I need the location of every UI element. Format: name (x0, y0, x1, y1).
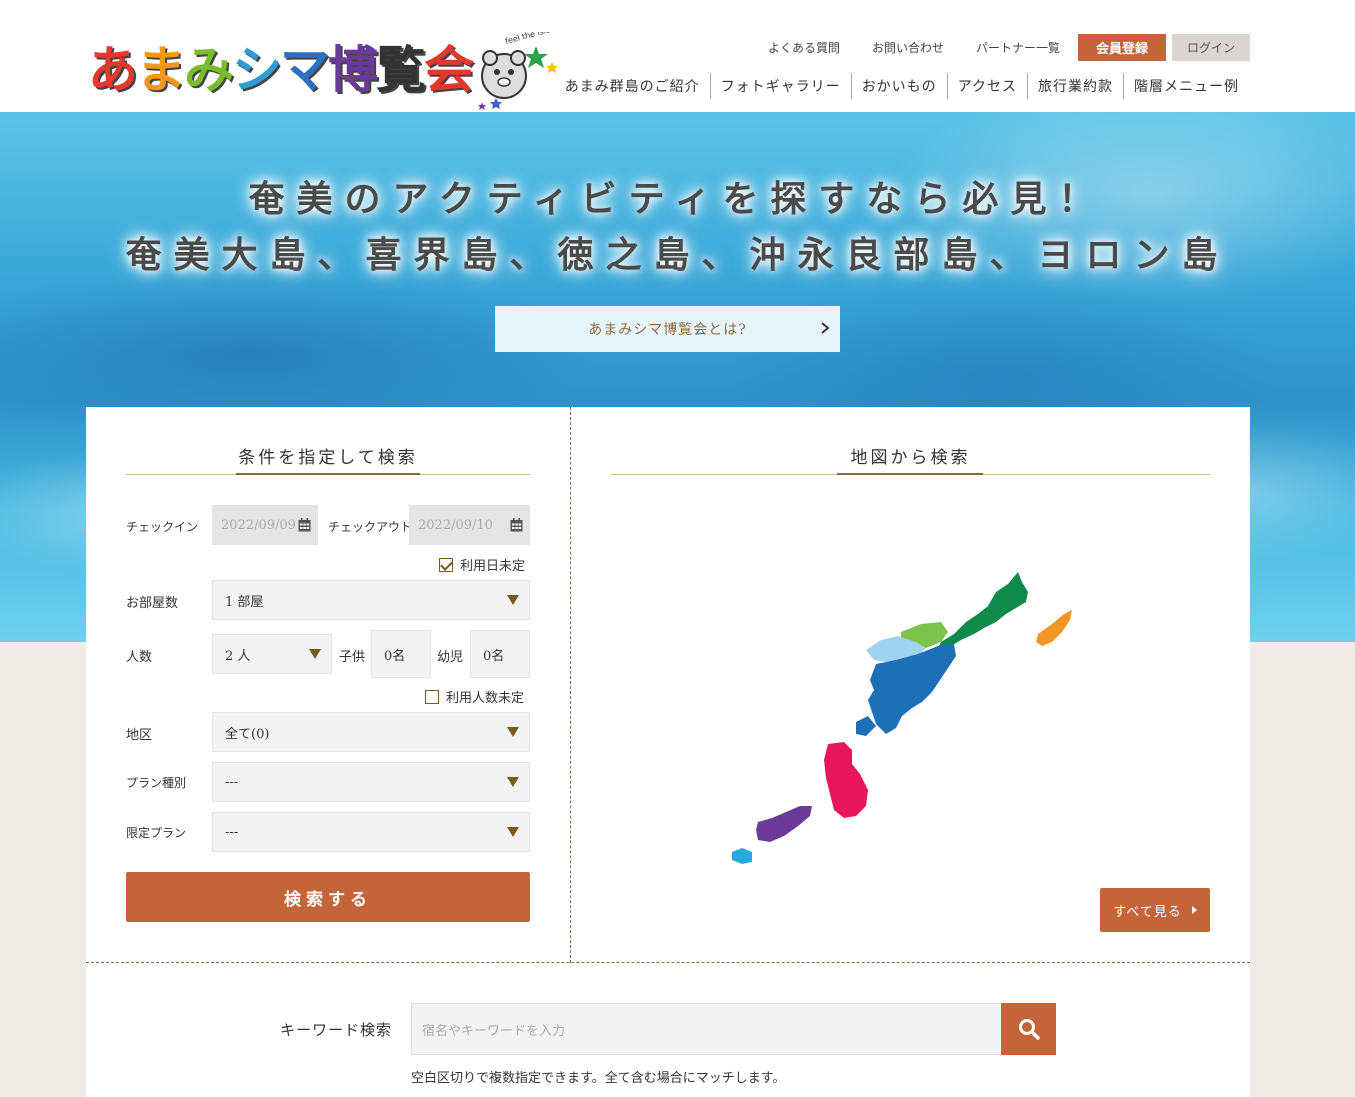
checkbox-unchecked-icon[interactable] (425, 689, 439, 704)
map-search-underline (611, 473, 1210, 475)
map-region-kikai[interactable] (1036, 610, 1072, 646)
partners-link[interactable]: パートナー一覧 (976, 39, 1060, 56)
caret-down-icon (507, 727, 519, 737)
login-button[interactable]: ログイン (1172, 33, 1250, 61)
area-select[interactable]: 全て(0) (212, 712, 530, 752)
mascot-icon: feel the islands (478, 32, 565, 110)
chevron-right-icon (821, 322, 830, 334)
checkbox-checked-icon[interactable] (439, 557, 453, 572)
calendar-icon (298, 518, 311, 532)
checkout-date-input[interactable]: 2022/09/10 (409, 505, 530, 545)
condition-search-underline (126, 473, 530, 475)
caret-down-icon (507, 827, 519, 837)
infants-label: 幼児 (437, 650, 464, 665)
people-undecided-checkbox[interactable]: 利用人数未定 (425, 687, 524, 706)
search-panel: 条件を指定して検索 チェックイン 2022/09/09 チェックアウト 2022… (86, 407, 1250, 1097)
people-label: 人数 (126, 650, 153, 665)
nav-item-menu-example[interactable]: 階層メニュー例 (1123, 73, 1249, 99)
calendar-icon (510, 518, 523, 532)
area-label: 地区 (126, 728, 153, 743)
keyword-search-label: キーワード検索 (280, 1021, 393, 1039)
search-icon (1018, 1019, 1040, 1040)
checkin-label: チェックイン (126, 520, 199, 534)
main-nav: あまみ群島のご紹介 フォトギャラリー おかいもの アクセス 旅行業約款 階層メニ… (555, 73, 1249, 99)
plan-type-label: プラン種別 (126, 776, 187, 790)
see-all-button[interactable]: すべて見る (1100, 888, 1210, 932)
svg-text:feel the islands: feel the islands (504, 32, 565, 46)
children-input[interactable]: 0名 (371, 630, 431, 678)
adults-select[interactable]: 2 人 (212, 634, 332, 674)
caret-down-icon (507, 595, 519, 605)
register-button[interactable]: 会員登録 (1078, 33, 1166, 61)
limited-plan-select[interactable]: --- (212, 812, 530, 852)
rooms-label: お部屋数 (126, 596, 179, 611)
nav-item-islands[interactable]: あまみ群島のご紹介 (555, 73, 710, 99)
limited-plan-label: 限定プラン (126, 826, 187, 840)
site-logo[interactable]: あまみシマ博覧会 feel the islands (88, 24, 568, 110)
hero-subheadline: 奄美大島、喜界島、徳之島、沖永良部島、ヨロン島 (125, 234, 1230, 276)
map-region-amami-north[interactable] (936, 572, 1028, 652)
checkout-label: チェックアウト (328, 520, 413, 534)
panel-divider-vertical (570, 407, 571, 963)
amami-islands-map (732, 572, 1072, 864)
faq-link[interactable]: よくある質問 (768, 39, 840, 56)
about-button[interactable]: あまみシマ博覧会とは? (495, 306, 840, 352)
contact-link[interactable]: お問い合わせ (872, 39, 944, 56)
triangle-right-icon (1191, 906, 1197, 914)
site-header: あまみシマ博覧会 feel the islands よくある質問 お問い合わせ … (0, 0, 1355, 112)
map-region-tokunoshima[interactable] (824, 742, 868, 818)
hero-headline: 奄美のアクティビティを探すなら必見！ (248, 178, 1107, 220)
search-button[interactable]: 検索する (126, 872, 530, 922)
plan-type-select[interactable]: --- (212, 762, 530, 802)
nav-item-gallery[interactable]: フォトギャラリー (709, 73, 851, 99)
logo-wordmark: あまみシマ博覧会 (88, 41, 474, 99)
nav-item-terms[interactable]: 旅行業約款 (1027, 73, 1123, 99)
caret-down-icon (507, 777, 519, 787)
panel-divider-horizontal (86, 962, 1250, 963)
nav-item-shopping[interactable]: おかいもの (850, 73, 947, 99)
nav-item-access[interactable]: アクセス (946, 73, 1027, 99)
keyword-search-hint: 空白区切りで複数指定できます。全て含む場合にマッチします。 (411, 1071, 786, 1086)
keyword-search-button[interactable] (1001, 1003, 1056, 1055)
map-search-title: 地図から検索 (850, 448, 971, 468)
infants-input[interactable]: 0名 (470, 630, 530, 678)
rooms-select[interactable]: 1 部屋 (212, 580, 530, 620)
checkin-date-input[interactable]: 2022/09/09 (212, 505, 318, 545)
map-region-okinoerabu[interactable] (756, 806, 812, 842)
children-label: 子供 (339, 650, 366, 665)
caret-down-icon (309, 649, 321, 659)
condition-search-title: 条件を指定して検索 (238, 448, 418, 468)
date-undecided-checkbox[interactable]: 利用日未定 (439, 555, 525, 574)
utility-links: よくある質問 お問い合わせ パートナー一覧 会員登録 ログイン (736, 33, 1250, 61)
keyword-search-input[interactable]: 宿名やキーワードを入力 (411, 1003, 1002, 1055)
map-region-yoron[interactable] (732, 848, 752, 864)
